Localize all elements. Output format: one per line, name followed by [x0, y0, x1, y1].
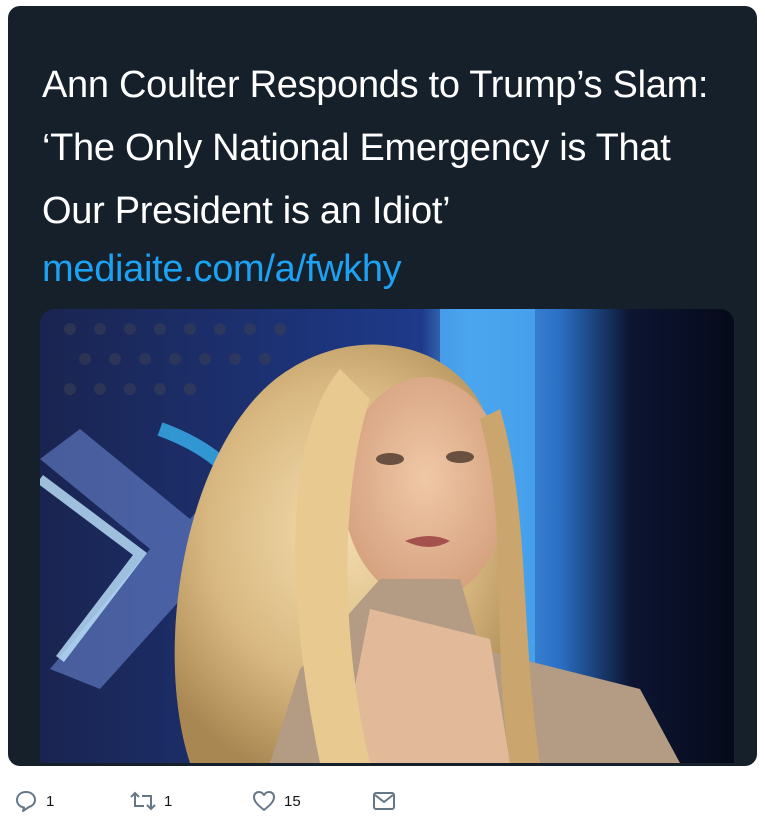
- like-button[interactable]: 15: [252, 788, 301, 814]
- card-link[interactable]: mediaite.com/a/fwkhy: [42, 238, 402, 301]
- retweet-icon: [130, 791, 156, 811]
- retweet-count: 1: [164, 792, 173, 810]
- reply-icon: [16, 791, 36, 812]
- card-headline[interactable]: Ann Coulter Responds to Trump’s Slam: ‘T…: [42, 54, 742, 243]
- tweet-page: Ann Coulter Responds to Trump’s Slam: ‘T…: [0, 0, 765, 829]
- message-icon: [373, 792, 395, 810]
- reply-count: 1: [46, 792, 55, 810]
- card-image[interactable]: [40, 309, 734, 763]
- like-count: 15: [284, 792, 301, 810]
- portrait-image: [40, 309, 734, 763]
- reply-button[interactable]: 1: [14, 788, 54, 814]
- tweet-actions: 1 1 15: [0, 776, 765, 826]
- embedded-card[interactable]: Ann Coulter Responds to Trump’s Slam: ‘T…: [8, 6, 757, 766]
- retweet-button[interactable]: 1: [130, 788, 172, 814]
- like-icon: [253, 791, 275, 811]
- message-button[interactable]: [372, 788, 396, 814]
